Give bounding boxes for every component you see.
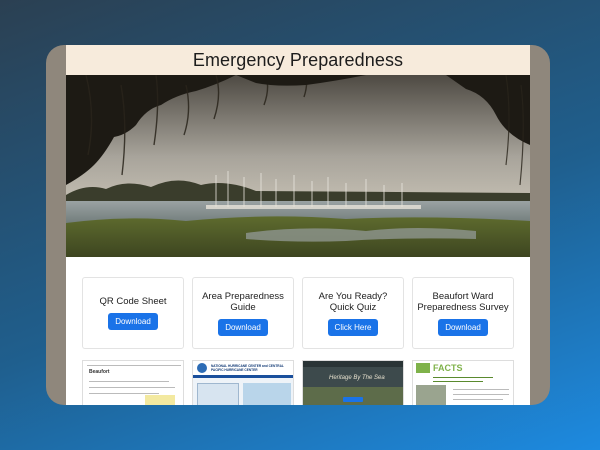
thumbnail-heading: FACTS xyxy=(433,363,463,373)
download-button[interactable]: Download xyxy=(108,313,158,330)
preview-thumbnails: Beaufort NATIONAL HURRICANE CENTER and C… xyxy=(66,360,530,405)
card-area-preparedness-guide: Area Preparedness Guide Download xyxy=(192,277,294,349)
card-qr-code-sheet: QR Code Sheet Download xyxy=(82,277,184,349)
thumbnail-quick-quiz[interactable]: Heritage By The Sea xyxy=(302,360,404,405)
download-button[interactable]: Download xyxy=(218,318,268,336)
click-here-button[interactable]: Click Here xyxy=(327,318,379,336)
device-frame: Emergency Preparedness QR Code Sheet Dow… xyxy=(46,45,550,405)
thumbnail-qr-code-sheet[interactable]: Beaufort xyxy=(82,360,184,405)
card-title: Are You Ready? Quick Quiz xyxy=(318,290,388,313)
page-header: Emergency Preparedness xyxy=(66,45,530,75)
card-title: Area Preparedness Guide xyxy=(202,290,284,313)
download-button[interactable]: Download xyxy=(438,318,488,336)
card-title: Beaufort Ward Preparedness Survey xyxy=(417,290,509,313)
thumbnail-heading: Heritage By The Sea xyxy=(329,375,385,381)
download-cards: QR Code Sheet Download Area Preparedness… xyxy=(66,277,530,349)
browser-screen: Emergency Preparedness QR Code Sheet Dow… xyxy=(66,45,530,405)
page-title: Emergency Preparedness xyxy=(192,49,404,70)
card-preparedness-survey: Beaufort Ward Preparedness Survey Downlo… xyxy=(412,277,514,349)
thumbnail-survey[interactable]: FACTS xyxy=(412,360,514,405)
hero-image xyxy=(66,75,530,257)
card-title: QR Code Sheet xyxy=(99,296,167,307)
card-quick-quiz: Are You Ready? Quick Quiz Click Here xyxy=(302,277,404,349)
thumbnail-area-guide[interactable]: NATIONAL HURRICANE CENTER and CENTRAL PA… xyxy=(192,360,294,405)
thumbnail-heading: Beaufort xyxy=(89,369,110,375)
thumbnail-heading: NATIONAL HURRICANE CENTER and CENTRAL PA… xyxy=(211,364,284,372)
